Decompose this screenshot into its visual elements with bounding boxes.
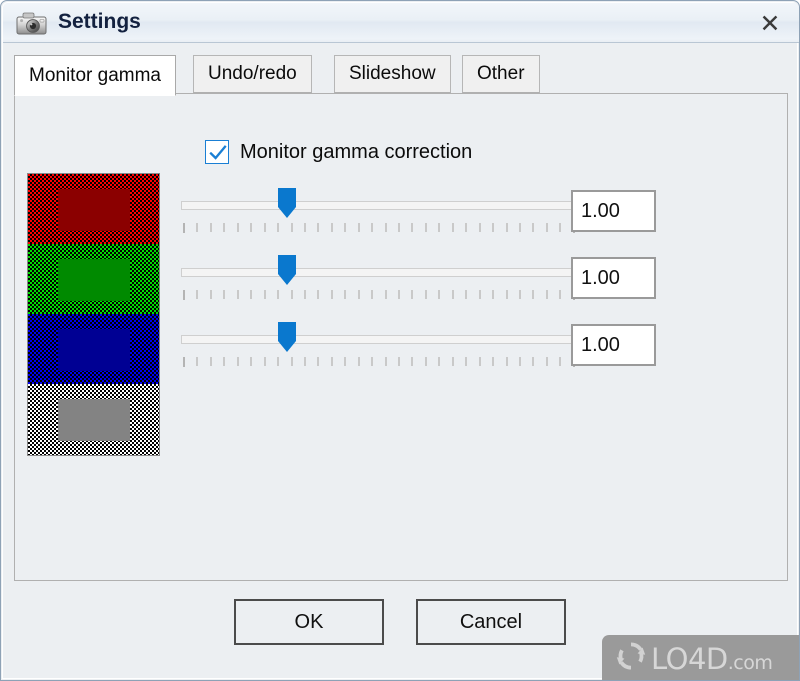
gamma-value-blue[interactable]: 1.00 <box>571 324 656 366</box>
tab-strip: Monitor gamma Undo/redo Slideshow Other <box>14 55 788 96</box>
gamma-band-gray-solid <box>58 399 130 441</box>
camera-icon <box>15 8 49 38</box>
watermark: LO4D.com <box>602 635 799 680</box>
gamma-value-green[interactable]: 1.00 <box>571 257 656 299</box>
gamma-band-green <box>28 244 159 314</box>
gamma-value-red[interactable]: 1.00 <box>571 190 656 232</box>
cancel-button[interactable]: Cancel <box>416 599 566 645</box>
monitor-gamma-correction-row[interactable]: Monitor gamma correction <box>205 140 472 164</box>
gamma-band-blue <box>28 314 159 384</box>
gamma-slider-red-ticks <box>183 223 575 233</box>
gamma-band-red-solid <box>58 189 130 231</box>
gamma-slider-red[interactable] <box>181 187 575 239</box>
tab-monitor-gamma[interactable]: Monitor gamma <box>14 55 176 96</box>
gamma-test-pattern <box>27 173 160 456</box>
gamma-slider-red-track[interactable] <box>181 201 575 210</box>
gamma-band-green-solid <box>58 259 130 301</box>
close-icon[interactable]: ✕ <box>747 5 793 41</box>
watermark-brand: LO4D <box>651 641 728 676</box>
gamma-slider-green[interactable] <box>181 254 575 306</box>
gamma-slider-red-thumb[interactable] <box>277 187 297 219</box>
gamma-slider-green-track[interactable] <box>181 268 575 277</box>
gamma-band-red <box>28 174 159 244</box>
checkmark-icon <box>209 145 227 160</box>
gamma-band-blue-solid <box>58 329 130 371</box>
watermark-suffix: .com <box>727 651 773 674</box>
gamma-slider-blue[interactable] <box>181 321 575 373</box>
tab-undo-redo[interactable]: Undo/redo <box>193 55 312 93</box>
monitor-gamma-panel: Monitor gamma correction 1.00 1.00 1.00 <box>14 93 788 581</box>
tab-other[interactable]: Other <box>462 55 540 93</box>
monitor-gamma-correction-checkbox[interactable] <box>205 140 229 164</box>
refresh-arrows-icon <box>611 637 651 680</box>
gamma-slider-green-ticks <box>183 290 575 300</box>
gamma-slider-blue-thumb[interactable] <box>277 321 297 353</box>
gamma-slider-blue-ticks <box>183 357 575 367</box>
gamma-slider-blue-track[interactable] <box>181 335 575 344</box>
tab-slideshow[interactable]: Slideshow <box>334 55 451 93</box>
title-bar: Settings ✕ <box>3 3 799 43</box>
window-title: Settings <box>58 10 141 33</box>
gamma-band-gray <box>28 384 159 455</box>
watermark-text: LO4D.com <box>651 641 773 676</box>
gamma-slider-green-thumb[interactable] <box>277 254 297 286</box>
settings-window: Settings ✕ Monitor gamma Undo/redo Slide… <box>0 0 800 681</box>
monitor-gamma-correction-label: Monitor gamma correction <box>240 140 473 163</box>
ok-button[interactable]: OK <box>234 599 384 645</box>
